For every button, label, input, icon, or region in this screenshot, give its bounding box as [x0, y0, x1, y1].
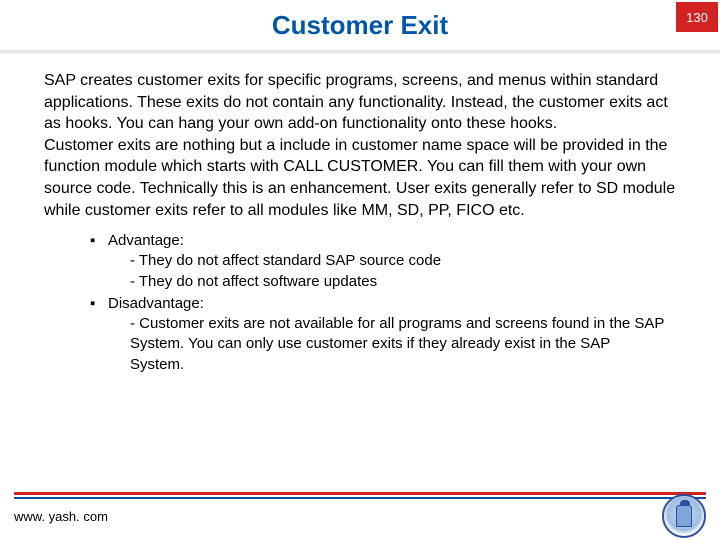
- body-paragraph: SAP creates customer exits for specific …: [0, 52, 720, 227]
- bullet-subline: - Customer exits are not available for a…: [108, 314, 666, 375]
- slide-title: Customer Exit: [272, 10, 448, 41]
- square-bullet-icon: ▪: [90, 294, 108, 375]
- bullet-list: ▪ Advantage: - They do not affect standa…: [0, 227, 720, 375]
- footer-url: www. yash. com: [14, 509, 108, 524]
- footer-logo: [662, 494, 706, 538]
- bullet-heading: Advantage:: [108, 231, 666, 251]
- bullet-heading: Disadvantage:: [108, 294, 666, 314]
- bullet-subline: - They do not affect standard SAP source…: [108, 251, 666, 271]
- square-bullet-icon: ▪: [90, 231, 108, 292]
- bullet-subline: - They do not affect software updates: [108, 272, 666, 292]
- title-bar: Customer Exit: [0, 0, 720, 50]
- bullet-item: ▪ Disadvantage: - Customer exits are not…: [90, 294, 666, 375]
- bullet-item: ▪ Advantage: - They do not affect standa…: [90, 231, 666, 292]
- logo-building-icon: [676, 505, 692, 527]
- footer-divider-blue: [14, 497, 706, 499]
- page-number-badge: 130: [676, 2, 718, 32]
- footer-divider-red: [14, 492, 706, 495]
- footer: www. yash. com: [0, 492, 720, 540]
